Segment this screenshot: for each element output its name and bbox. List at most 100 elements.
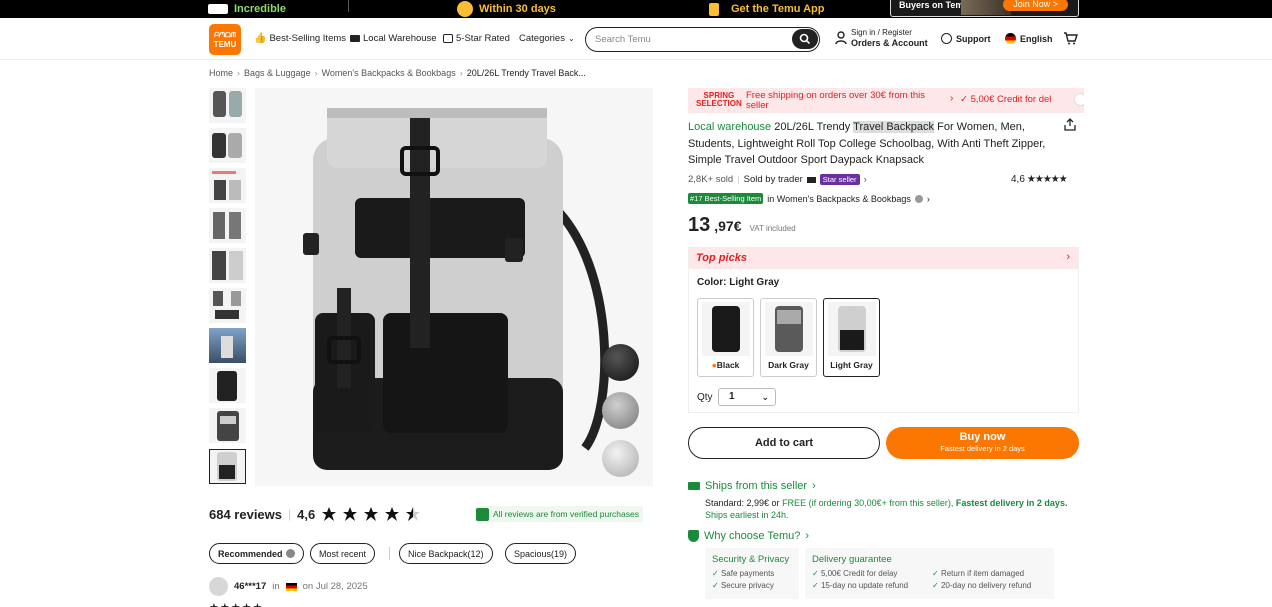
check-icon: ✓: [812, 569, 821, 578]
star-seller-badge[interactable]: Star seller: [819, 174, 860, 185]
reviewer-row: 46***17 in on Jul 28, 2025: [209, 577, 368, 596]
temu-logo[interactable]: ᗩᘉᗝᗰ TEMU: [209, 24, 241, 55]
info-icon: [285, 549, 295, 558]
nav-best-selling[interactable]: 👍 Best-Selling Items: [254, 33, 346, 44]
chevron-right-icon: ›: [863, 174, 867, 185]
share-icon[interactable]: [1064, 118, 1076, 131]
filter-most-recent[interactable]: Most recent: [310, 543, 376, 564]
thumbnail-4[interactable]: [209, 208, 246, 243]
product-rating[interactable]: 4,6 ★★★★★: [1011, 174, 1068, 185]
qty-select[interactable]: 1 ⌄: [718, 388, 776, 406]
option-dark-gray[interactable]: Dark Gray: [760, 298, 817, 377]
join-banner[interactable]: Buyers on Temu Join Now >: [890, 0, 1079, 17]
thumbnail-3[interactable]: [209, 168, 246, 203]
search-input[interactable]: Search Temu: [595, 34, 651, 45]
review-count[interactable]: 684 reviews: [209, 507, 282, 522]
top-picks-panel: Top picks › Color: Light Gray ●Black Dar…: [688, 247, 1079, 413]
seller-link[interactable]: Sold by trader: [744, 174, 803, 185]
chevron-right-icon: ›: [805, 530, 810, 542]
thumbnail-2[interactable]: [209, 128, 246, 163]
truck-icon: [688, 482, 700, 490]
search-box[interactable]: Search Temu: [585, 27, 820, 52]
header: ᗩᘉᗝᗰ TEMU 👍 Best-Selling Items Local War…: [0, 18, 1272, 60]
breadcrumb-current: 20L/26L Trendy Travel Back...: [466, 68, 586, 78]
thumbnail-8[interactable]: [209, 368, 246, 403]
verified-badge: All reviews are from verified purchases: [475, 506, 643, 522]
top-picks-header[interactable]: Top picks ›: [689, 248, 1078, 269]
backpack-illustration: [303, 108, 610, 470]
search-icon: [799, 33, 811, 45]
chevron-right-icon: ›: [812, 480, 816, 492]
option-light-gray[interactable]: Light Gray: [823, 298, 880, 377]
shield-check-icon: [476, 507, 489, 521]
filter-recommended[interactable]: Recommended: [209, 543, 304, 564]
thumbnail-5[interactable]: [209, 248, 246, 283]
price: 13,97€ VAT included: [688, 214, 796, 236]
thumbnail-6[interactable]: [209, 288, 246, 323]
color-swatch-dark-gray[interactable]: [602, 392, 639, 429]
color-swatch-light-gray[interactable]: [602, 440, 639, 477]
breadcrumb-home[interactable]: Home: [209, 68, 233, 78]
divider: |: [288, 507, 292, 521]
promo-item-2: Within 30 days: [457, 0, 556, 18]
check-icon: ✓: [812, 581, 821, 590]
info-icon: [914, 194, 923, 203]
search-button[interactable]: [792, 29, 818, 49]
support-link[interactable]: Support: [941, 33, 991, 44]
filter-nice-backpack[interactable]: Nice Backpack(12): [399, 543, 493, 564]
product-meta: 2,8K+ sold | Sold by trader Star seller …: [688, 174, 867, 185]
thumbnail-10-selected[interactable]: [209, 449, 246, 484]
language-selector[interactable]: English: [1005, 33, 1053, 44]
nav-categories[interactable]: Categories ⌄: [519, 33, 575, 44]
star-box-icon: [443, 34, 453, 43]
option-label: Dark Gray: [768, 360, 809, 370]
buy-now-button[interactable]: Buy now Fastest delivery in 2 days: [886, 427, 1079, 459]
account-menu[interactable]: Sign in / Register Orders & Account: [835, 28, 928, 48]
best-seller-rank[interactable]: #17 Best-Selling Item in Women's Backpac…: [688, 193, 930, 204]
shipping-details: Standard: 2,99€ or FREE (if ordering 30,…: [705, 498, 1068, 520]
product-main-image[interactable]: [255, 88, 653, 486]
chat-icon: [941, 33, 952, 44]
reviewer-stars: ★★★★★: [209, 601, 263, 607]
flag-de-icon: [285, 582, 297, 591]
promo-item-3[interactable]: Get the Temu App: [709, 0, 825, 18]
security-privacy-box: Security & Privacy ✓ Safe payments ✓ Sec…: [705, 548, 799, 599]
add-to-cart-button[interactable]: Add to cart: [688, 427, 880, 459]
shield-check-icon: [688, 530, 699, 542]
chevron-right-icon: ›: [926, 193, 930, 204]
check-icon: ✓: [932, 581, 941, 590]
option-label: Light Gray: [830, 360, 873, 370]
chevron-right-icon: ›: [1066, 251, 1070, 263]
rating-stars: [321, 506, 421, 522]
check-icon: ✓: [932, 569, 941, 578]
promo-divider: [348, 0, 349, 12]
next-arrow-button[interactable]: [1074, 93, 1084, 106]
ships-from-seller[interactable]: Ships from this seller ›: [688, 480, 816, 492]
chevron-right-icon: ›: [950, 93, 954, 104]
breadcrumb: Home › Bags & Luggage › Women's Backpacks …: [209, 68, 586, 78]
cart-icon[interactable]: [1063, 32, 1078, 45]
return-icon: [457, 1, 473, 17]
promo-banner[interactable]: SPRING SELECTION Free shipping on orders…: [688, 88, 1084, 113]
local-warehouse-label[interactable]: Local warehouse: [688, 121, 771, 133]
delivery-guarantee-box: Delivery guarantee ✓ 5,00€ Credit for de…: [805, 548, 1054, 599]
why-choose-temu[interactable]: Why choose Temu? ›: [688, 530, 809, 542]
truck-icon: [208, 4, 228, 14]
option-label: ●Black: [711, 360, 740, 370]
promo-item-1: Incredible: [208, 0, 286, 18]
breadcrumb-bags[interactable]: Bags & Luggage: [244, 68, 311, 78]
thumbnail-9[interactable]: [209, 408, 246, 443]
option-black[interactable]: ●Black: [697, 298, 754, 377]
review-rating: 4,6: [297, 506, 316, 522]
breadcrumb-womens[interactable]: Women's Backpacks & Bookbags: [322, 68, 456, 78]
join-now-button[interactable]: Join Now >: [1003, 0, 1068, 11]
filter-spacious[interactable]: Spacious(19): [505, 543, 577, 564]
thumbnail-1[interactable]: [209, 88, 246, 123]
color-swatch-black[interactable]: [602, 344, 639, 381]
free-shipping-text: Free shipping on orders over 30€ from th…: [746, 90, 926, 111]
qty-label: Qty: [697, 392, 713, 403]
stars-icon: [322, 507, 421, 521]
nav-five-star[interactable]: 5-Star Rated: [443, 33, 510, 44]
thumbnail-7[interactable]: [209, 328, 246, 363]
nav-local-warehouse[interactable]: Local Warehouse: [350, 33, 437, 44]
